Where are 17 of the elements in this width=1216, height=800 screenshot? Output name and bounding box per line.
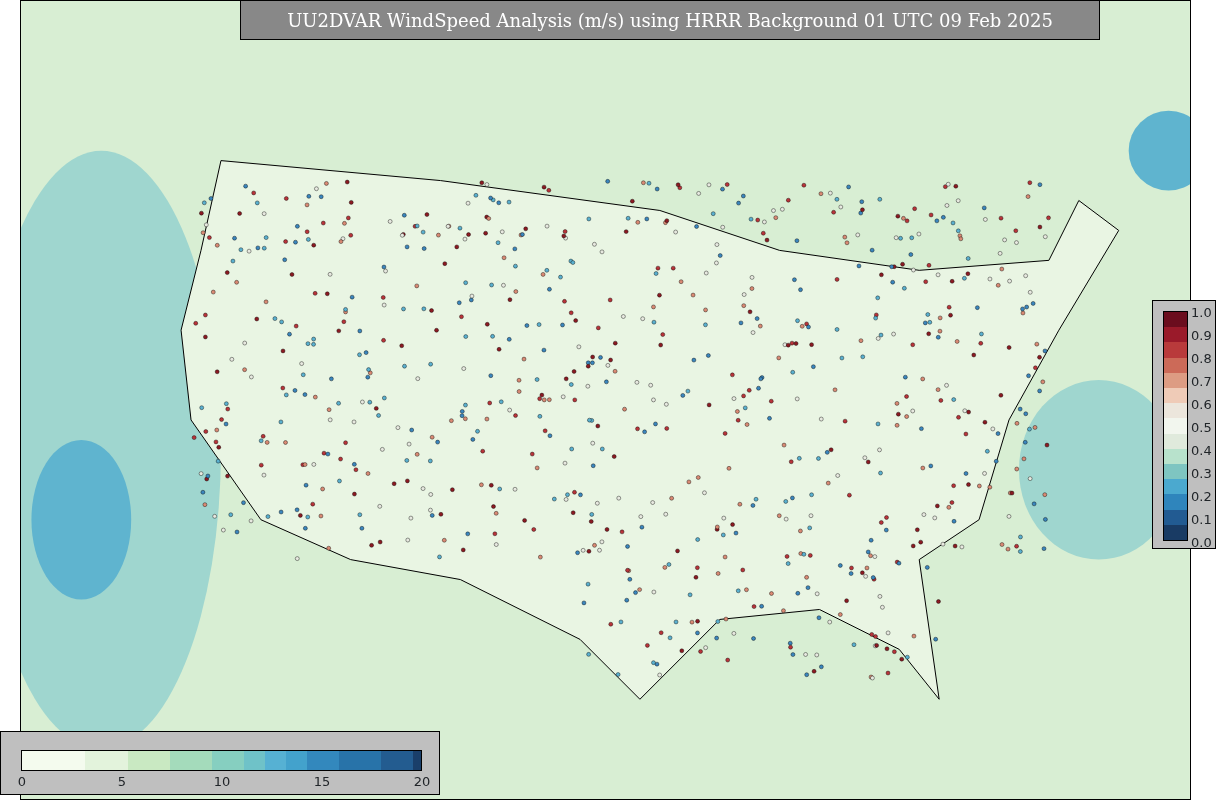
tick-label: 5	[117, 775, 127, 788]
tick-label: 0.1	[1191, 513, 1212, 526]
tick-label: 0.6	[1191, 398, 1212, 411]
tick-label: 0.2	[1191, 490, 1212, 503]
tick-label: 10	[213, 775, 231, 788]
tick-label: 0.0	[1191, 536, 1212, 549]
tick-label: 0.5	[1191, 421, 1212, 434]
tick-label: 0.7	[1191, 375, 1212, 388]
tick-label: 0	[17, 775, 27, 788]
tick-label: 15	[313, 775, 331, 788]
tick-label: 1.0	[1191, 306, 1212, 319]
tick-label: 0.8	[1191, 352, 1212, 365]
tick-label: 0.3	[1191, 467, 1212, 480]
chart-title: UU2DVAR WindSpeed Analysis (m/s) using HRRR Background 01 UTC 09 Feb 2025	[240, 0, 1100, 40]
tick-label: 0.9	[1191, 329, 1212, 342]
tick-label: 0.4	[1191, 444, 1212, 457]
tick-label: 20	[413, 775, 431, 788]
